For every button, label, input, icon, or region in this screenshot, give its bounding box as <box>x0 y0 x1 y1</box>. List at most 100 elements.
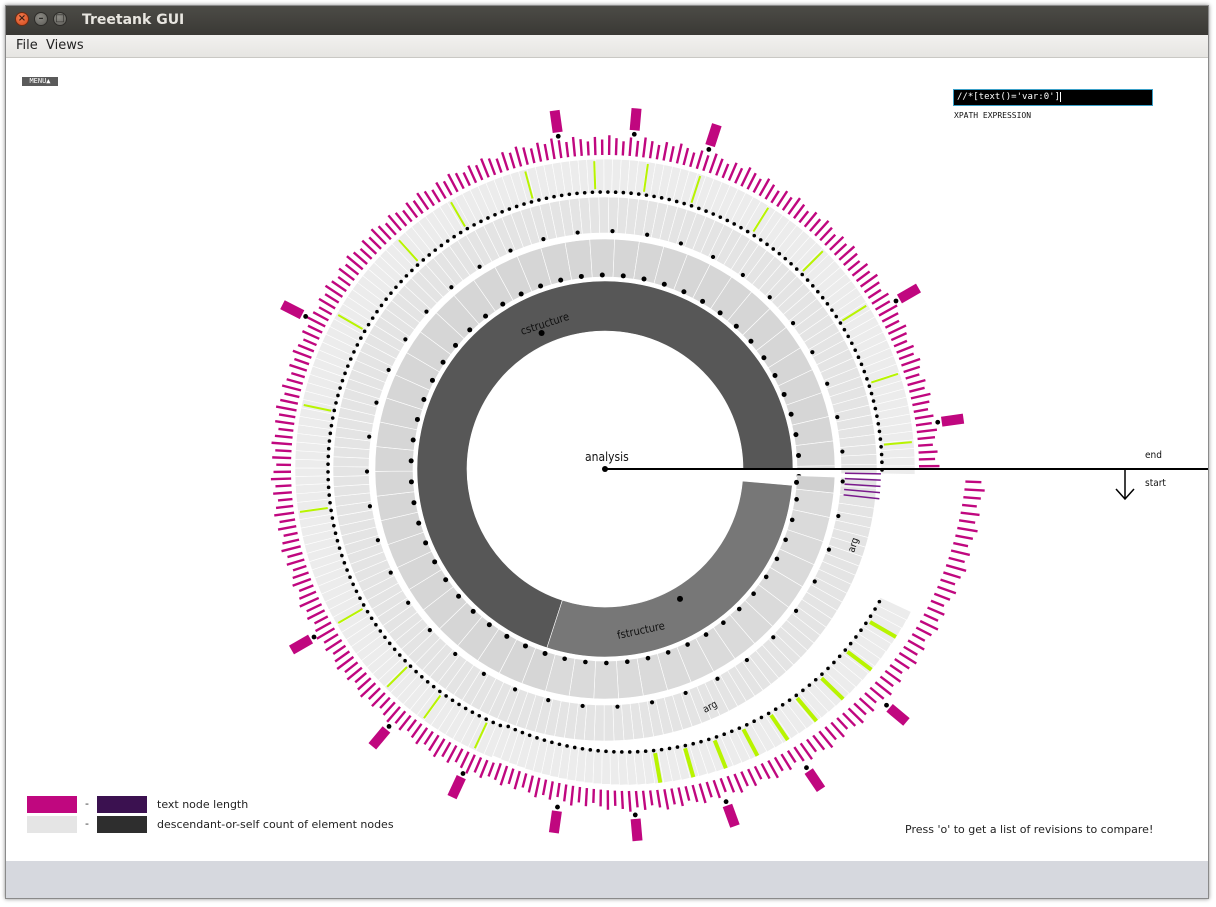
text-node-bar[interactable] <box>746 172 757 190</box>
node-dot[interactable] <box>787 698 792 702</box>
node-dot[interactable] <box>850 341 854 346</box>
node-dot[interactable] <box>751 591 756 597</box>
text-node-bar[interactable] <box>913 407 929 413</box>
text-node-bar[interactable] <box>957 526 978 533</box>
node-dot[interactable] <box>826 547 832 552</box>
node-dot[interactable] <box>559 193 564 198</box>
node-dot[interactable] <box>431 684 436 689</box>
node-dot[interactable] <box>340 378 345 383</box>
text-node-bar[interactable] <box>918 450 938 454</box>
text-node-bar[interactable] <box>275 405 297 412</box>
text-node-bar[interactable] <box>773 756 784 772</box>
node-dot[interactable] <box>853 348 858 352</box>
maximize-window-button[interactable]: □ <box>53 12 67 26</box>
node-dot[interactable] <box>491 720 496 725</box>
text-node-bar[interactable] <box>675 143 683 164</box>
level3-node[interactable] <box>840 453 878 466</box>
node-dot[interactable] <box>460 771 466 776</box>
node-dot[interactable] <box>374 622 378 627</box>
node-dot[interactable] <box>644 193 649 197</box>
text-node-bar[interactable] <box>495 158 503 173</box>
text-node-bar[interactable] <box>953 541 969 548</box>
text-node-bar[interactable] <box>278 427 294 432</box>
node-dot[interactable] <box>771 635 776 640</box>
node-dot[interactable] <box>761 355 767 361</box>
text-node-bar[interactable] <box>302 338 317 347</box>
node-dot[interactable] <box>825 381 830 386</box>
node-dot[interactable] <box>348 575 352 580</box>
text-node-bar[interactable] <box>569 785 575 806</box>
text-node-bar[interactable] <box>905 373 920 380</box>
node-dot[interactable] <box>884 702 889 708</box>
node-dot[interactable] <box>383 635 387 640</box>
text-node-bar[interactable] <box>620 790 625 809</box>
level3-node[interactable] <box>332 466 370 477</box>
node-dot[interactable] <box>326 477 331 482</box>
text-node-bar[interactable] <box>283 531 298 538</box>
text-node-bar[interactable] <box>621 141 625 156</box>
text-node-bar[interactable] <box>812 734 826 751</box>
text-node-bar[interactable] <box>747 768 758 787</box>
text-node-bar[interactable] <box>318 297 336 310</box>
node-dot[interactable] <box>723 799 729 805</box>
node-dot[interactable] <box>641 276 647 282</box>
node-dot[interactable] <box>681 289 687 295</box>
text-node-bar[interactable] <box>886 703 910 726</box>
text-node-bar[interactable] <box>431 189 441 203</box>
node-dot[interactable] <box>767 295 772 300</box>
node-dot[interactable] <box>736 606 742 612</box>
text-node-bar[interactable] <box>930 599 945 608</box>
node-dot[interactable] <box>621 190 626 195</box>
text-node-bar[interactable] <box>312 311 329 322</box>
text-node-bar[interactable] <box>318 306 333 316</box>
text-node-bar[interactable] <box>287 551 303 559</box>
node-dot[interactable] <box>367 434 372 439</box>
node-dot[interactable] <box>427 627 432 633</box>
text-node-bar[interactable] <box>293 357 310 366</box>
text-node-bar[interactable] <box>641 790 647 811</box>
text-node-bar[interactable] <box>379 696 391 709</box>
node-dot[interactable] <box>330 516 335 520</box>
text-node-bar[interactable] <box>715 158 724 176</box>
text-node-bar[interactable] <box>323 633 339 644</box>
text-node-bar[interactable] <box>306 603 323 613</box>
node-dot[interactable] <box>674 199 679 204</box>
text-node-bar[interactable] <box>682 147 690 166</box>
node-dot[interactable] <box>443 577 449 583</box>
text-node-bar[interactable] <box>945 564 967 572</box>
node-dot[interactable] <box>388 570 393 575</box>
text-node-bar[interactable] <box>662 141 669 161</box>
text-node-bar[interactable] <box>884 319 900 329</box>
text-node-bar[interactable] <box>909 386 925 393</box>
text-node-bar[interactable] <box>770 190 780 204</box>
node-dot[interactable] <box>758 238 763 242</box>
node-dot[interactable] <box>452 234 456 239</box>
node-dot[interactable] <box>793 432 799 438</box>
node-dot[interactable] <box>429 377 435 383</box>
sunburst-visualization[interactable]: analysiscstructurefstructureargargendsta… <box>6 61 1208 861</box>
node-dot[interactable] <box>348 357 353 361</box>
node-dot[interactable] <box>790 321 796 326</box>
text-node-bar[interactable] <box>270 477 292 481</box>
text-node-bar[interactable] <box>809 218 822 232</box>
node-dot[interactable] <box>711 212 716 216</box>
node-dot[interactable] <box>771 247 776 251</box>
text-node-bar[interactable] <box>565 141 570 158</box>
text-node-bar[interactable] <box>918 443 933 447</box>
node-dot[interactable] <box>624 659 630 665</box>
node-dot[interactable] <box>328 431 333 436</box>
node-dot[interactable] <box>378 629 383 633</box>
node-dot[interactable] <box>867 384 872 388</box>
text-node-bar[interactable] <box>655 144 661 160</box>
node-dot[interactable] <box>580 703 585 709</box>
node-dot[interactable] <box>645 232 650 237</box>
text-node-bar[interactable] <box>869 686 885 700</box>
text-node-bar[interactable] <box>836 717 849 730</box>
node-dot[interactable] <box>465 226 470 231</box>
text-node-bar[interactable] <box>563 784 568 802</box>
node-dot[interactable] <box>508 248 513 253</box>
node-dot[interactable] <box>725 218 730 223</box>
node-dot[interactable] <box>493 212 497 217</box>
node-dot[interactable] <box>342 561 347 565</box>
node-dot[interactable] <box>522 202 526 206</box>
